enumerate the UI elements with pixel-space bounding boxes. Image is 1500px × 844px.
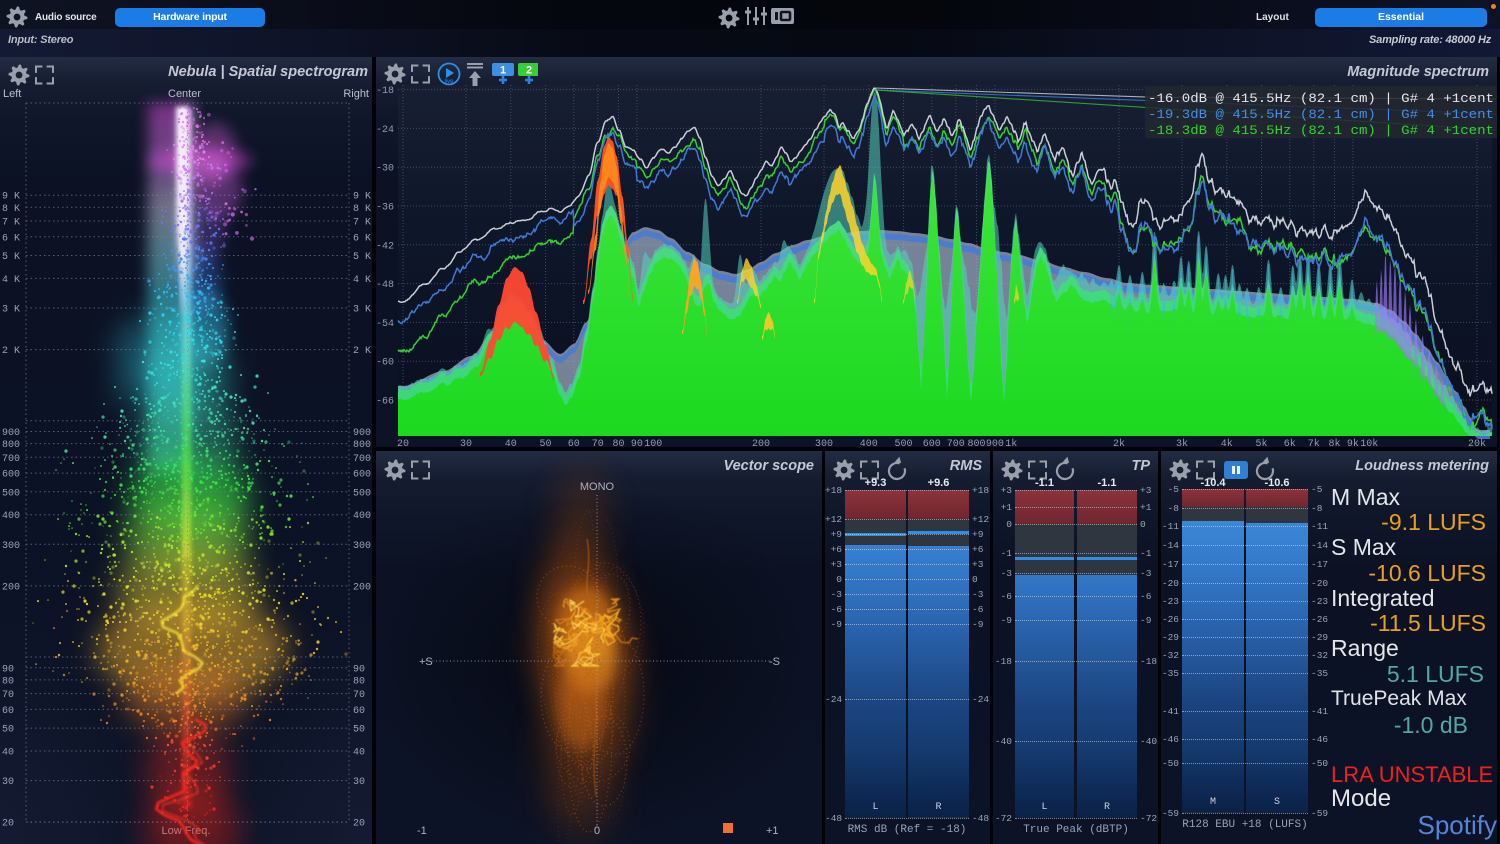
svg-text:3k: 3k — [1176, 438, 1188, 447]
svg-text:4 K: 4 K — [2, 275, 20, 286]
svg-text:90: 90 — [353, 664, 365, 675]
svg-text:9 K: 9 K — [353, 192, 371, 203]
svg-text:MONO: MONO — [580, 481, 615, 493]
svg-text:-30: -30 — [376, 164, 394, 175]
svg-text:900: 900 — [986, 439, 1004, 447]
svg-text:-36: -36 — [376, 203, 394, 214]
svg-text:8 K: 8 K — [353, 204, 371, 215]
svg-text:900: 900 — [2, 428, 20, 439]
svg-text:40: 40 — [353, 748, 365, 759]
svg-text:1: 1 — [500, 65, 506, 77]
svg-text:5k: 5k — [1255, 438, 1267, 447]
svg-text:-54: -54 — [376, 319, 394, 330]
svg-text:400: 400 — [353, 511, 371, 522]
svg-text:900: 900 — [353, 428, 371, 439]
svg-text:7k: 7k — [1308, 438, 1320, 447]
svg-text:7 K: 7 K — [2, 218, 20, 229]
svg-text:600: 600 — [353, 470, 371, 481]
svg-text:60: 60 — [353, 706, 365, 717]
svg-text:70: 70 — [2, 690, 14, 701]
svg-text:5 K: 5 K — [353, 252, 371, 263]
svg-text:8k: 8k — [1328, 438, 1340, 447]
svg-text:2: 2 — [526, 65, 532, 77]
svg-text:2k: 2k — [1113, 438, 1125, 447]
svg-text:-19.3dB @ 415.5Hz (82.1 cm) |: -19.3dB @ 415.5Hz (82.1 cm) | G# 4 +1cen… — [1148, 107, 1494, 122]
svg-text:9k: 9k — [1347, 438, 1359, 447]
svg-text:+1: +1 — [766, 825, 779, 837]
svg-text:100: 100 — [644, 439, 662, 447]
svg-text:700: 700 — [353, 454, 371, 465]
svg-text:80: 80 — [2, 676, 14, 687]
svg-text:-24: -24 — [376, 125, 394, 136]
svg-text:30: 30 — [460, 439, 472, 447]
svg-text:-1: -1 — [417, 825, 427, 837]
svg-text:1k: 1k — [1005, 438, 1017, 447]
svg-text:90: 90 — [631, 439, 643, 447]
svg-text:40: 40 — [2, 748, 14, 759]
svg-text:500: 500 — [2, 488, 20, 499]
svg-text:600: 600 — [923, 439, 941, 447]
svg-text:600: 600 — [2, 470, 20, 481]
svg-text:20: 20 — [2, 819, 14, 830]
svg-text:800: 800 — [353, 440, 371, 451]
svg-text:300: 300 — [2, 541, 20, 552]
svg-text:50: 50 — [2, 725, 14, 736]
svg-text:6k: 6k — [1284, 438, 1296, 447]
svg-text:10k: 10k — [1360, 438, 1378, 447]
svg-text:-66: -66 — [376, 397, 394, 408]
svg-text:5 K: 5 K — [2, 252, 20, 263]
svg-text:3 K: 3 K — [353, 305, 371, 316]
svg-text:200: 200 — [353, 582, 371, 593]
svg-text:9 K: 9 K — [2, 192, 20, 203]
svg-text:500: 500 — [353, 488, 371, 499]
svg-text:8 K: 8 K — [2, 204, 20, 215]
svg-text:20k: 20k — [1468, 438, 1486, 447]
svg-text:-18.3dB @ 415.5Hz (82.1 cm) |: -18.3dB @ 415.5Hz (82.1 cm) | G# 4 +1cen… — [1148, 123, 1494, 138]
svg-text:-42: -42 — [376, 241, 394, 252]
svg-text:500: 500 — [894, 439, 912, 447]
svg-text:70: 70 — [353, 690, 365, 701]
svg-text:300: 300 — [353, 541, 371, 552]
svg-text:-60: -60 — [376, 358, 394, 369]
svg-text:200: 200 — [2, 582, 20, 593]
svg-text:+S: +S — [419, 656, 433, 668]
svg-text:7 K: 7 K — [353, 218, 371, 229]
svg-text:40: 40 — [505, 439, 517, 447]
svg-text:200: 200 — [752, 439, 770, 447]
svg-text:4 K: 4 K — [353, 275, 371, 286]
svg-text:2 K: 2 K — [2, 346, 20, 357]
svg-text:50: 50 — [539, 439, 551, 447]
svg-text:3 K: 3 K — [2, 305, 20, 316]
svg-text:90: 90 — [2, 664, 14, 675]
svg-text:30: 30 — [353, 777, 365, 788]
svg-text:live: live — [444, 79, 454, 85]
svg-text:80: 80 — [612, 439, 624, 447]
svg-text:6 K: 6 K — [353, 233, 371, 244]
svg-text:700: 700 — [2, 454, 20, 465]
svg-text:300: 300 — [815, 439, 833, 447]
svg-text:20: 20 — [353, 819, 365, 830]
svg-text:400: 400 — [860, 439, 878, 447]
svg-text:70: 70 — [592, 439, 604, 447]
svg-text:2 K: 2 K — [353, 346, 371, 357]
svg-text:-16.0dB @ 415.5Hz (82.1 cm) |: -16.0dB @ 415.5Hz (82.1 cm) | G# 4 +1cen… — [1148, 91, 1494, 106]
svg-text:60: 60 — [568, 439, 580, 447]
svg-text:0: 0 — [594, 825, 600, 837]
svg-text:4k: 4k — [1221, 438, 1233, 447]
svg-text:50: 50 — [353, 725, 365, 736]
svg-text:-S: -S — [769, 656, 780, 668]
svg-text:700: 700 — [947, 439, 965, 447]
svg-text:60: 60 — [2, 706, 14, 717]
svg-text:-48: -48 — [376, 280, 394, 291]
svg-text:800: 800 — [967, 439, 985, 447]
svg-text:30: 30 — [2, 777, 14, 788]
svg-text:6 K: 6 K — [2, 233, 20, 244]
svg-text:400: 400 — [2, 511, 20, 522]
svg-text:20: 20 — [397, 439, 409, 447]
svg-text:800: 800 — [2, 440, 20, 451]
svg-text:80: 80 — [353, 676, 365, 687]
